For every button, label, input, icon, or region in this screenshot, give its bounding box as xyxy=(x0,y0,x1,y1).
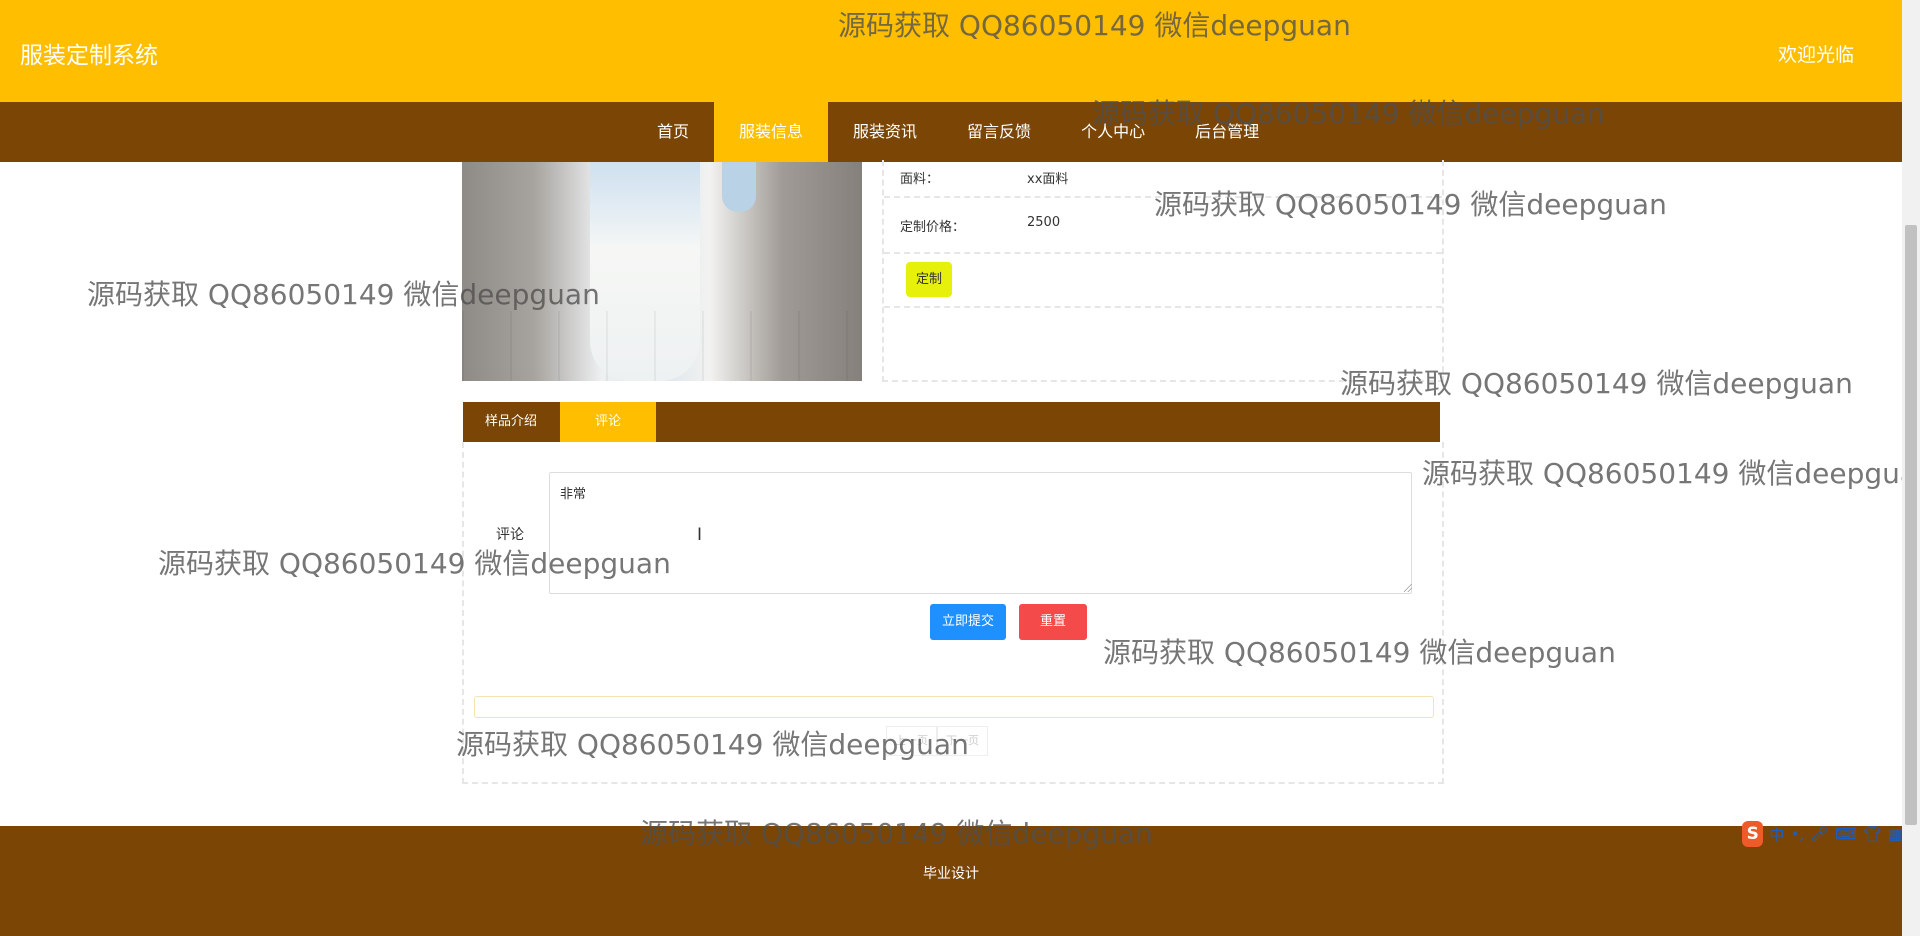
prev-page-button[interactable]: 上一页 xyxy=(886,726,937,756)
footer-text: 毕业设计 xyxy=(923,866,979,882)
fabric-row: 面料： xx面料 xyxy=(884,160,1442,198)
nav-item-admin[interactable]: 后台管理 xyxy=(1170,102,1284,162)
customize-button[interactable]: 定制 xyxy=(906,262,952,297)
product-info-panel: 面料： xx面料 定制价格： 2500 定制 xyxy=(882,160,1444,382)
tab-comments[interactable]: 评论 xyxy=(560,402,656,442)
nav-item-clothing-info[interactable]: 服装信息 xyxy=(714,102,829,162)
watermark: 源码获取 QQ86050149 微信deepguan xyxy=(1422,457,1902,490)
info-divider xyxy=(884,306,1442,308)
comment-label: 评论 xyxy=(496,527,524,543)
price-row: 定制价格： 2500 xyxy=(884,198,1442,254)
sogou-logo-icon[interactable]: S xyxy=(1742,821,1764,847)
price-value: 2500 xyxy=(1027,215,1061,230)
keyboard-icon[interactable]: ⌨︎ xyxy=(1835,825,1857,843)
product-image-ground xyxy=(462,311,862,381)
product-image-sleeve xyxy=(722,162,756,212)
scrollbar-thumb[interactable] xyxy=(1905,225,1917,825)
microphone-icon[interactable]: 🎤︎ xyxy=(1810,825,1829,843)
fabric-value: xx面料 xyxy=(1027,172,1069,187)
price-label: 定制价格： xyxy=(900,220,966,235)
comment-textarea[interactable]: 非常 xyxy=(549,472,1412,594)
next-page-button[interactable]: 下一页 xyxy=(937,726,988,756)
main-nav: 首页 服装信息 服装资讯 留言反馈 个人中心 后台管理 xyxy=(0,102,1902,162)
text-cursor-icon: I xyxy=(697,525,703,545)
ime-toolbar: S 中 •, 🎤︎ ⌨︎ 👕︎ ▦ xyxy=(1742,820,1902,848)
textarea-resize-handle[interactable] xyxy=(1404,584,1412,592)
ime-mode-toggle[interactable]: 中 xyxy=(1769,824,1784,845)
nav-item-home[interactable]: 首页 xyxy=(632,102,714,162)
reset-button[interactable]: 重置 xyxy=(1019,604,1087,640)
nav-item-personal-center[interactable]: 个人中心 xyxy=(1056,102,1170,162)
welcome-text: 欢迎光临 xyxy=(1777,44,1854,66)
skin-icon[interactable]: 👕︎ xyxy=(1863,825,1882,843)
punctuation-icon[interactable]: •, xyxy=(1790,825,1804,843)
comment-panel: 评论 非常 I 立即提交 重置 上一页 下一页 xyxy=(462,442,1444,784)
page-scrollbar[interactable] xyxy=(1902,0,1920,936)
toolbox-icon[interactable]: ▦ xyxy=(1888,825,1902,843)
site-brand[interactable]: 服装定制系统 xyxy=(20,36,158,70)
pagination: 上一页 下一页 xyxy=(886,726,988,756)
site-footer: 毕业设计 xyxy=(0,826,1902,936)
nav-item-feedback[interactable]: 留言反馈 xyxy=(942,102,1056,162)
comment-list xyxy=(474,696,1434,718)
fabric-label: 面料： xyxy=(900,172,940,187)
detail-tabs: 样品介绍 评论 xyxy=(463,402,1440,442)
site-header: 服装定制系统 欢迎光临 xyxy=(0,0,1902,102)
product-image xyxy=(462,162,862,381)
nav-item-clothing-news[interactable]: 服装资讯 xyxy=(828,102,942,162)
submit-button[interactable]: 立即提交 xyxy=(930,604,1006,640)
tab-sample-intro[interactable]: 样品介绍 xyxy=(463,402,559,442)
